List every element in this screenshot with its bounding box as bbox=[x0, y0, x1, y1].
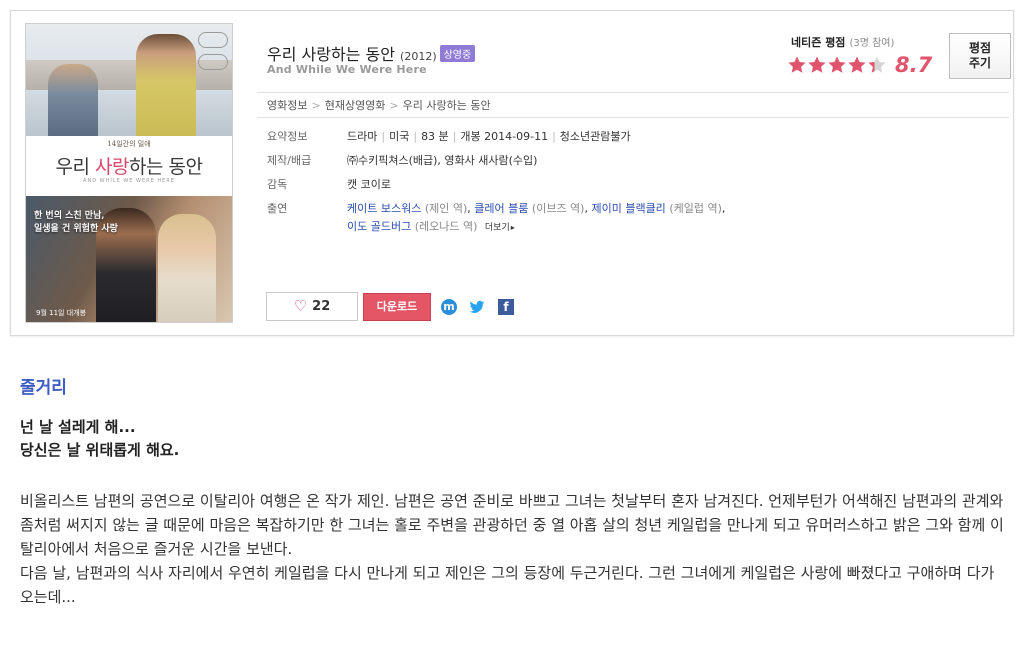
star-icon bbox=[827, 55, 847, 75]
synopsis-tagline-line: 당신은 날 위태롭게 해요. bbox=[20, 441, 180, 459]
synopsis-body: 비올리스트 남편의 공연으로 이탈리아 여행은 온 작가 제인. 남편은 공연 … bbox=[20, 489, 1008, 609]
breadcrumb-item[interactable]: 현재상영영화 bbox=[325, 99, 386, 112]
movie-title: 우리 사랑하는 동안 (2012) 상영중 bbox=[267, 41, 476, 65]
divider bbox=[257, 117, 1009, 118]
synopsis-paragraph: 다음 날, 남편과의 식사 자리에서 우연히 케일럽을 다시 만나게 되고 제인… bbox=[20, 564, 995, 606]
info-label: 제작/배급 bbox=[267, 154, 312, 167]
poster-title-highlight: 사랑 bbox=[95, 156, 129, 178]
heart-icon: ♡ bbox=[293, 297, 308, 315]
star-icon bbox=[847, 55, 867, 75]
cast-link[interactable]: 케이트 보스워스 bbox=[347, 202, 421, 215]
status-badge: 상영중 bbox=[439, 45, 476, 62]
movie-title-kr: 우리 사랑하는 동안 bbox=[267, 45, 395, 64]
poster-tagline: 한 번의 스친 만남, 일생을 건 위험한 사랑 bbox=[34, 210, 118, 236]
write-review-button[interactable]: 평점 주기 bbox=[949, 33, 1011, 79]
breadcrumb-separator-icon: > bbox=[311, 99, 321, 112]
movie-card: 14일간의 밀애 우리 사랑하는 동안 AND WHILE WE WERE HE… bbox=[10, 10, 1014, 336]
movie-header: 우리 사랑하는 동안 (2012) 상영중 And While We Were H… bbox=[257, 21, 1011, 93]
cast-line: 케이트 보스워스 (제인 역), 클레어 블룸 (이브즈 역), 제이미 블랙클… bbox=[347, 202, 726, 215]
poster-tagline-line: 한 번의 스친 만남, bbox=[34, 211, 105, 221]
synopsis-paragraph: 비올리스트 남편의 공연으로 이탈리아 여행은 온 작가 제인. 남편은 공연 … bbox=[20, 492, 1004, 558]
cast-list: 케이트 보스워스 (제인 역), 클레어 블룸 (이브즈 역), 제이미 블랙클… bbox=[347, 200, 725, 237]
cast-link[interactable]: 클레어 블룸 bbox=[474, 202, 528, 215]
star-icon bbox=[807, 55, 827, 75]
info-label: 요약정보 bbox=[267, 130, 308, 143]
star-icon bbox=[867, 55, 887, 75]
poster-tagline-line: 일생을 건 위험한 사랑 bbox=[34, 224, 118, 234]
movie-poster[interactable]: 14일간의 밀애 우리 사랑하는 동안 AND WHILE WE WERE HE… bbox=[25, 23, 233, 323]
director-link[interactable]: 캣 코이로 bbox=[347, 176, 391, 194]
poster-figure bbox=[136, 34, 196, 139]
info-value: 드라마 | 미국 | 83 분 | 개봉 2014-09-11 | 청소년관람불가 bbox=[347, 130, 631, 143]
like-count: 22 bbox=[312, 299, 331, 314]
cast-role: (레오나드 역) bbox=[414, 220, 478, 233]
rating-label: 네티즌 평점 (3명 참여) bbox=[791, 34, 894, 50]
rating-stars bbox=[787, 55, 887, 75]
festival-laurel-icon bbox=[198, 32, 228, 48]
breadcrumb: 영화정보 > 현재상영영화 > 우리 사랑하는 동안 bbox=[267, 97, 491, 113]
synopsis-tagline-line: 넌 날 설레게 해... bbox=[20, 418, 136, 436]
poster-date: 9월 11일 대개봉 bbox=[36, 309, 87, 317]
rating-count: (3명 참여) bbox=[849, 38, 895, 49]
poster-title-part: 우리 bbox=[55, 156, 96, 178]
breadcrumb-item[interactable]: 우리 사랑하는 동안 bbox=[403, 99, 491, 112]
star-icon bbox=[787, 55, 807, 75]
info-label: 출연 bbox=[267, 202, 288, 215]
cast-link[interactable]: 이도 골드버그 bbox=[347, 220, 411, 233]
movie-info: 요약정보 드라마 | 미국 | 83 분 | 개봉 2014-09-11 | 청소년관람불가 제… bbox=[267, 128, 725, 237]
poster-figure bbox=[158, 214, 216, 322]
poster-title: 우리 사랑하는 동안 bbox=[26, 152, 232, 179]
movie-title-en: And While We Were Here bbox=[267, 63, 427, 76]
download-button[interactable]: 다운로드 bbox=[363, 293, 431, 321]
more-cast-link[interactable]: 더보기 bbox=[485, 223, 515, 233]
info-row-director: 감독 캣 코이로 bbox=[267, 176, 725, 194]
genre: 드라마 bbox=[347, 130, 378, 143]
movie-year: (2012) bbox=[400, 50, 437, 63]
rating-score: 8.7 bbox=[895, 53, 933, 77]
runtime: 83 분 bbox=[421, 130, 449, 143]
breadcrumb-separator-icon: > bbox=[389, 99, 399, 112]
production: ㈜수키픽쳐스(배급), 영화사 새사람(수입) bbox=[347, 154, 538, 167]
country: 미국 bbox=[389, 130, 410, 143]
like-button[interactable]: ♡ 22 bbox=[266, 292, 358, 321]
info-row-production: 제작/배급 ㈜수키픽쳐스(배급), 영화사 새사람(수입) bbox=[267, 152, 725, 170]
breadcrumb-item[interactable]: 영화정보 bbox=[267, 99, 307, 112]
twitter-share-icon[interactable] bbox=[469, 299, 485, 315]
info-row-cast: 출연 케이트 보스워스 (제인 역), 클레어 블룸 (이브즈 역), 제이미 … bbox=[267, 200, 725, 237]
facebook-share-icon[interactable]: f bbox=[498, 299, 514, 315]
synopsis-tagline: 넌 날 설레게 해... 당신은 날 위태롭게 해요. bbox=[20, 416, 179, 462]
cast-role: (케일럽 역) bbox=[669, 202, 722, 215]
poster-subtitle: AND WHILE WE WERE HERE bbox=[83, 178, 175, 184]
info-row-summary: 요약정보 드라마 | 미국 | 83 분 | 개봉 2014-09-11 | 청소년관람불가 bbox=[267, 128, 725, 146]
cast-link[interactable]: 제이미 블랙클리 bbox=[591, 202, 665, 215]
age-rating: 청소년관람불가 bbox=[559, 130, 631, 143]
poster-title-part: 하는 동안 bbox=[129, 156, 203, 178]
poster-small-text: 14일간의 밀애 bbox=[107, 140, 151, 148]
cast-role: (이브즈 역) bbox=[531, 202, 585, 215]
cast-role: (제인 역) bbox=[424, 202, 468, 215]
me2day-share-icon[interactable]: m bbox=[441, 299, 457, 315]
poster-figure bbox=[48, 64, 98, 139]
info-label: 감독 bbox=[267, 178, 288, 191]
synopsis-heading: 줄거리 bbox=[20, 378, 67, 398]
release-date: 개봉 2014-09-11 bbox=[460, 130, 549, 143]
rating-label-text: 네티즌 평점 bbox=[791, 36, 846, 49]
cast-line: 이도 골드버그 (레오나드 역) 더보기 bbox=[347, 218, 725, 237]
festival-laurel-icon bbox=[198, 54, 228, 70]
